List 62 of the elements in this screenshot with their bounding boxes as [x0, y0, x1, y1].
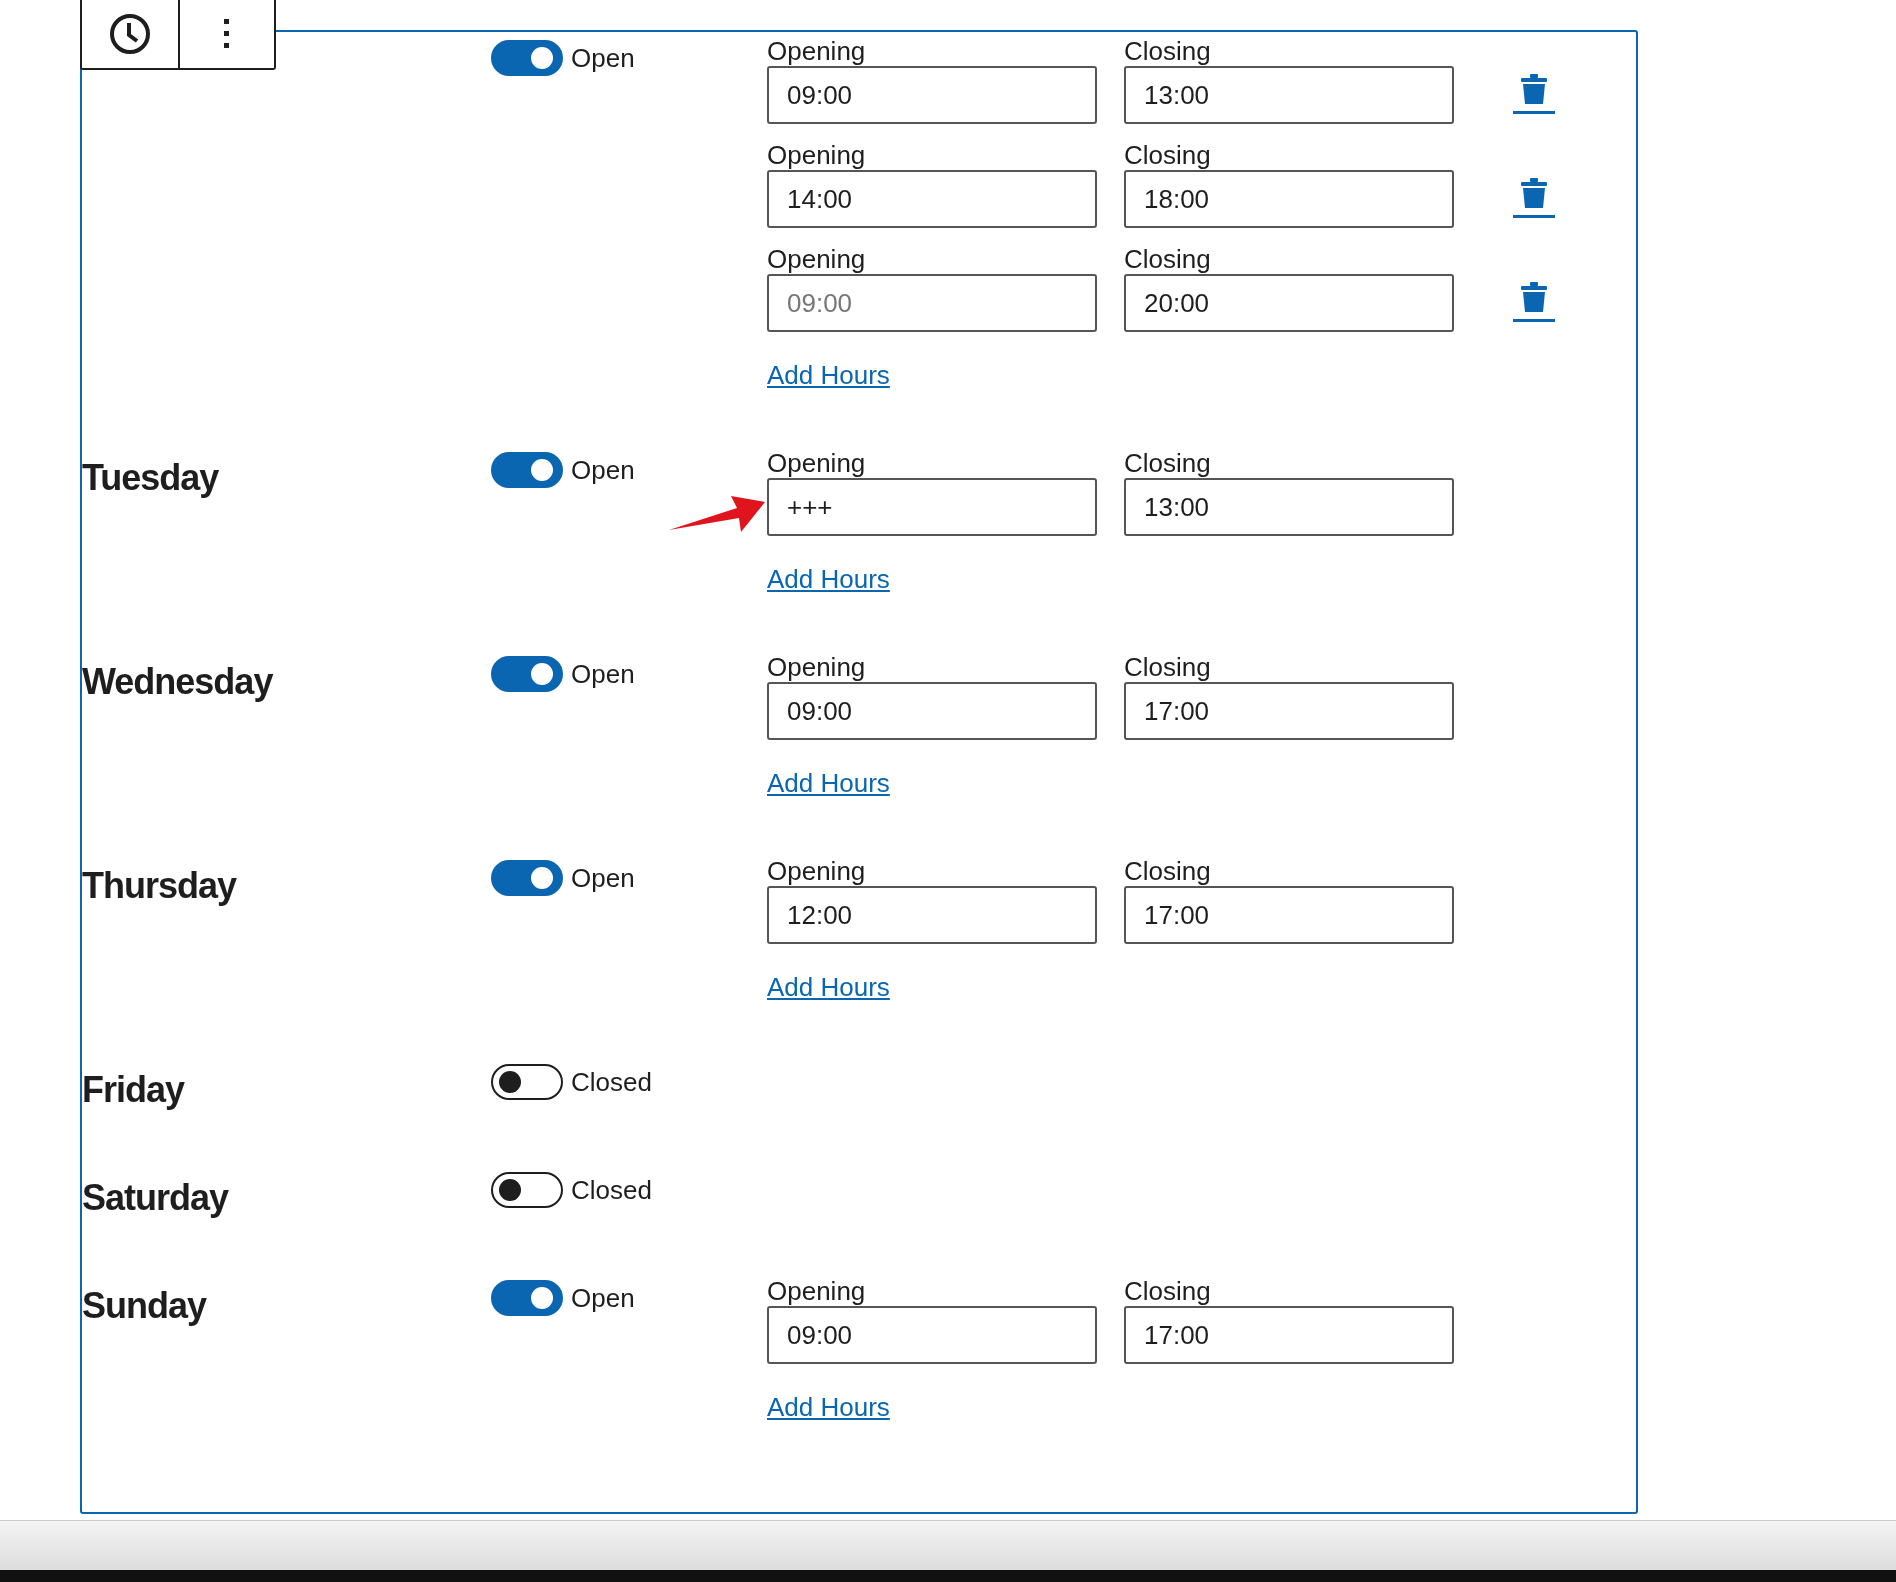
delete-button[interactable]: [1513, 282, 1555, 322]
day-name: Friday: [82, 1068, 185, 1110]
field-label: Opening: [767, 1276, 866, 1306]
field-label: Closing: [1124, 244, 1211, 274]
time-input[interactable]: +++: [767, 478, 1097, 536]
time-input[interactable]: 09:00: [767, 66, 1097, 124]
open-toggle[interactable]: [491, 40, 563, 76]
time-input[interactable]: 20:00: [1124, 274, 1454, 332]
field-label: Closing: [1124, 652, 1211, 682]
day-name: Wednesday: [82, 660, 273, 702]
time-input[interactable]: 14:00: [767, 170, 1097, 228]
time-input[interactable]: 17:00: [1124, 886, 1454, 944]
open-toggle[interactable]: [491, 656, 563, 692]
time-input[interactable]: 12:00: [767, 886, 1097, 944]
time-input[interactable]: 09:00: [767, 682, 1097, 740]
status-label: Open: [571, 658, 635, 690]
status-label: Open: [571, 1282, 635, 1314]
day-name: Thursday: [82, 864, 237, 906]
time-input[interactable]: 13:00: [1124, 478, 1454, 536]
day-name: Saturday: [82, 1176, 229, 1218]
open-toggle[interactable]: [491, 452, 563, 488]
add-hours-link[interactable]: Add Hours: [767, 972, 890, 1002]
status-label: Open: [571, 42, 635, 74]
status-label: Closed: [571, 1066, 652, 1098]
more-options-button[interactable]: [178, 0, 274, 68]
time-input[interactable]: 17:00: [1124, 682, 1454, 740]
field-label: Closing: [1124, 856, 1211, 886]
field-label: Opening: [767, 448, 866, 478]
add-hours-link[interactable]: Add Hours: [767, 360, 890, 390]
day-name: Sunday: [82, 1284, 207, 1326]
status-label: Open: [571, 454, 635, 486]
field-label: Opening: [767, 140, 866, 170]
open-toggle[interactable]: [491, 1064, 563, 1100]
clock-icon: [109, 13, 151, 55]
field-label: Opening: [767, 652, 866, 682]
time-input[interactable]: 13:00: [1124, 66, 1454, 124]
trash-icon: [1521, 282, 1547, 312]
delete-button[interactable]: [1513, 74, 1555, 114]
field-label: Opening: [767, 36, 866, 66]
status-label: Closed: [571, 1174, 652, 1206]
time-input[interactable]: 18:00: [1124, 170, 1454, 228]
open-toggle[interactable]: [491, 1280, 563, 1316]
more-vertical-icon: [224, 19, 230, 49]
time-input[interactable]: 17:00: [1124, 1306, 1454, 1364]
field-label: Closing: [1124, 448, 1211, 478]
status-label: Open: [571, 862, 635, 894]
delete-button[interactable]: [1513, 178, 1555, 218]
open-toggle[interactable]: [491, 1172, 563, 1208]
day-name: Tuesday: [82, 456, 219, 498]
field-label: Opening: [767, 244, 866, 274]
add-hours-link[interactable]: Add Hours: [767, 1392, 890, 1422]
field-label: Opening: [767, 856, 866, 886]
field-label: Closing: [1124, 140, 1211, 170]
add-hours-link[interactable]: Add Hours: [767, 564, 890, 594]
add-hours-link[interactable]: Add Hours: [767, 768, 890, 798]
trash-icon: [1521, 74, 1547, 104]
time-input[interactable]: 09:00: [767, 274, 1097, 332]
field-label: Closing: [1124, 1276, 1211, 1306]
open-toggle[interactable]: [491, 860, 563, 896]
trash-icon: [1521, 178, 1547, 208]
time-input[interactable]: 09:00: [767, 1306, 1097, 1364]
field-label: Closing: [1124, 36, 1211, 66]
